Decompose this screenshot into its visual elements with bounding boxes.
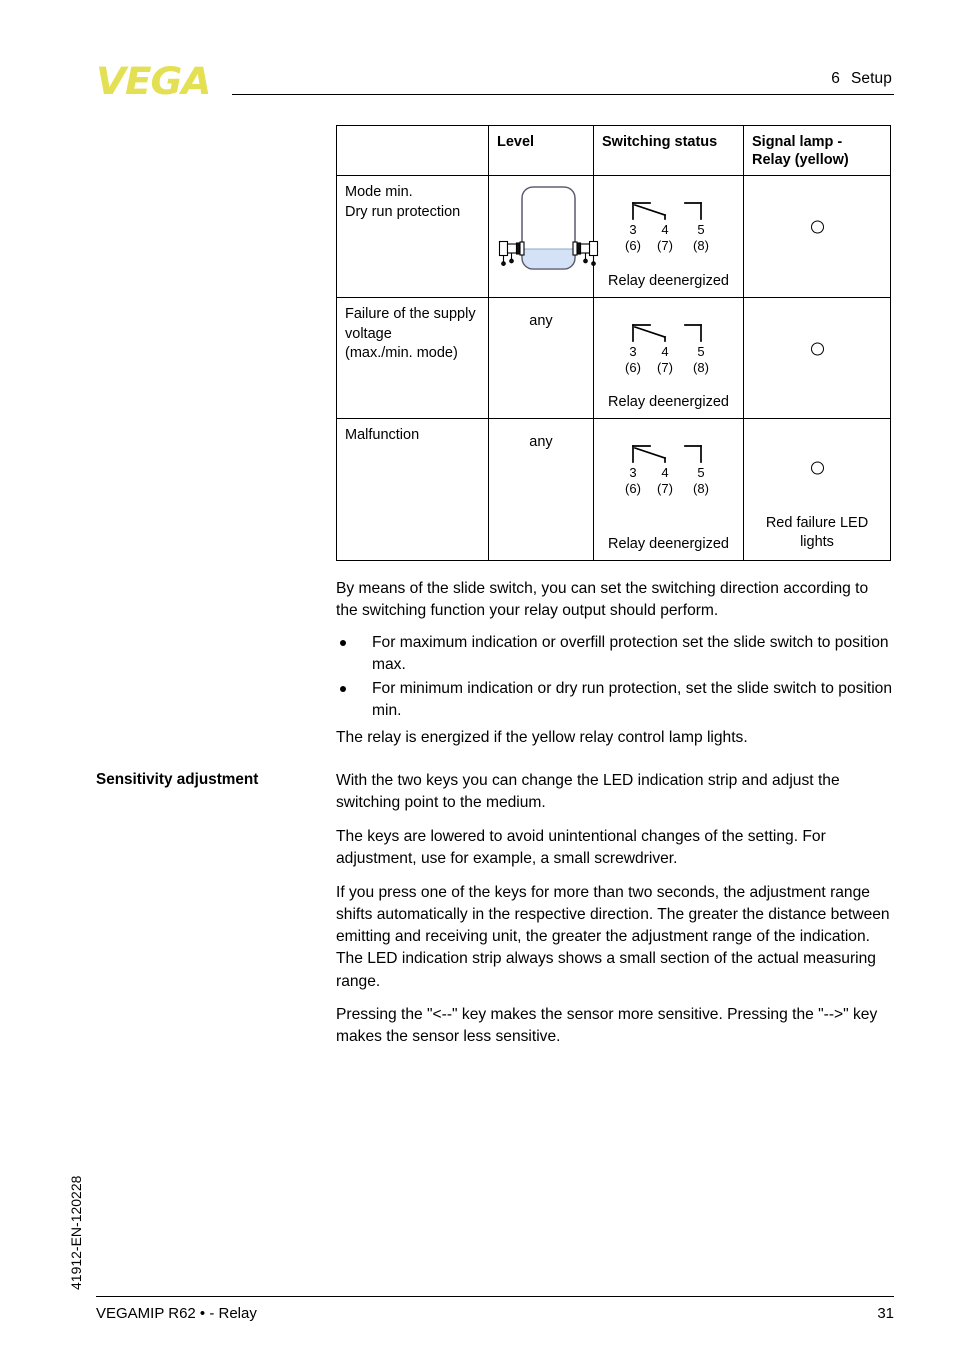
svg-text:5: 5 bbox=[697, 344, 704, 359]
column-header-condition bbox=[336, 124, 489, 177]
svg-text:(7): (7) bbox=[657, 360, 673, 375]
relay-contact-diagram-icon: 3 4 5 (6) (7) (8) bbox=[625, 324, 709, 375]
signal-lamp-cell bbox=[743, 297, 891, 420]
intro-paragraph: By means of the slide switch, you can se… bbox=[336, 580, 869, 620]
condition-cell: Failure of the supply voltage (max./min.… bbox=[336, 297, 489, 420]
sensitivity-paragraph-2: The keys are lowered to avoid unintentio… bbox=[336, 828, 826, 868]
switching-status-cell: 3 4 5 (6) (7) (8) Relay deenergized bbox=[593, 175, 744, 299]
svg-text:(6): (6) bbox=[625, 360, 641, 375]
sensitivity-paragraph-4: Pressing the "<--" key makes the sensor … bbox=[336, 1006, 878, 1046]
svg-text:3: 3 bbox=[629, 465, 636, 480]
table-row: Malfunction any 3 4 5 (6) (7) (8) Relay … bbox=[336, 418, 891, 562]
svg-text:5: 5 bbox=[697, 222, 704, 237]
header-chapter-number: 6 bbox=[831, 70, 840, 87]
lamp-off-icon bbox=[744, 220, 890, 238]
relay-contact-diagram-icon: 3 4 5 (6) (7) (8) bbox=[625, 202, 709, 253]
level-cell: any bbox=[488, 297, 594, 420]
sensitivity-paragraph-4-block: Pressing the "<--" key makes the sensor … bbox=[336, 1004, 892, 1048]
table-row: Mode min. Dry run protection 3 4 5 (6) (… bbox=[336, 175, 891, 299]
svg-text:5: 5 bbox=[697, 465, 704, 480]
svg-text:(7): (7) bbox=[657, 238, 673, 253]
footer-document-title: VEGAMIP R62 • - Relay bbox=[96, 1305, 257, 1322]
level-cell bbox=[488, 175, 599, 299]
vega-logo: VEGA bbox=[96, 60, 211, 103]
relay-state-label: Relay deenergized bbox=[608, 394, 729, 411]
document-id-vertical: 41912-EN-120228 bbox=[68, 1175, 84, 1290]
page-header: VEGA 6 Setup bbox=[0, 0, 954, 110]
sensitivity-paragraph-1-block: With the two keys you can change the LED… bbox=[336, 770, 892, 814]
list-item-label: For minimum indication or dry run protec… bbox=[372, 680, 893, 720]
switching-status-cell: 3 4 5 (6) (7) (8) Relay deenergized bbox=[593, 418, 744, 562]
level-value: any bbox=[529, 313, 553, 330]
relay-state-label: Relay deenergized bbox=[608, 273, 729, 290]
condition-cell: Mode min. Dry run protection bbox=[336, 175, 489, 299]
condition-line: Malfunction bbox=[345, 427, 420, 444]
relay-state-label: Relay deenergized bbox=[608, 536, 729, 553]
bullet-dot-icon bbox=[340, 686, 346, 693]
sensitivity-paragraph-1: With the two keys you can change the LED… bbox=[336, 772, 840, 812]
condition-line: (max./min. mode) bbox=[345, 344, 458, 361]
svg-text:(8): (8) bbox=[693, 481, 709, 496]
signal-lamp-cell: Red failure LED lights bbox=[743, 418, 891, 562]
switching-status-cell: 3 4 5 (6) (7) (8) Relay deenergized bbox=[593, 297, 744, 420]
svg-text:4: 4 bbox=[661, 344, 668, 359]
header-divider bbox=[232, 94, 894, 95]
lamp-note: Red failure LED lights bbox=[748, 514, 886, 553]
column-header-signal-lamp: Signal lamp - Relay (yellow) bbox=[743, 124, 891, 177]
condition-cell: Malfunction bbox=[336, 418, 489, 562]
svg-text:(8): (8) bbox=[693, 360, 709, 375]
svg-text:4: 4 bbox=[661, 465, 668, 480]
condition-line: Dry run protection bbox=[345, 203, 461, 220]
energized-note-block: The relay is energized if the yellow rel… bbox=[336, 727, 892, 749]
list-item: For maximum indication or overfill prote… bbox=[336, 632, 892, 676]
header-chapter: 6 Setup bbox=[831, 70, 892, 88]
energized-note: The relay is energized if the yellow rel… bbox=[336, 729, 748, 746]
column-header-level: Level bbox=[488, 124, 594, 177]
level-value: any bbox=[529, 434, 553, 451]
relay-contact-diagram-icon: 3 4 5 (6) (7) (8) bbox=[625, 445, 709, 496]
intro-paragraph-block: By means of the slide switch, you can se… bbox=[336, 578, 892, 622]
svg-text:3: 3 bbox=[629, 222, 636, 237]
sensitivity-adjustment-heading: Sensitivity adjustment bbox=[96, 771, 259, 788]
svg-text:(6): (6) bbox=[625, 238, 641, 253]
lamp-note-line: lights bbox=[800, 533, 834, 550]
level-cell: any bbox=[488, 418, 594, 562]
footer-page-number: 31 bbox=[877, 1305, 894, 1322]
relay-status-table: Level Switching status Signal lamp - Rel… bbox=[336, 124, 891, 562]
sensitivity-paragraph-2-block: The keys are lowered to avoid unintentio… bbox=[336, 826, 892, 870]
svg-text:(7): (7) bbox=[657, 481, 673, 496]
list-item-label: For maximum indication or overfill prote… bbox=[372, 634, 889, 674]
svg-text:4: 4 bbox=[661, 222, 668, 237]
svg-text:(6): (6) bbox=[625, 481, 641, 496]
column-header-switching-status: Switching status bbox=[593, 124, 744, 177]
lamp-note-line: Red failure LED bbox=[765, 514, 869, 531]
sensitivity-paragraph-3-block: If you press one of the keys for more th… bbox=[336, 882, 892, 993]
lamp-off-icon bbox=[744, 342, 890, 360]
list-item: For minimum indication or dry run protec… bbox=[336, 678, 892, 722]
table-header-row: Level Switching status Signal lamp - Rel… bbox=[336, 124, 891, 177]
condition-line: Failure of the supply bbox=[345, 306, 476, 323]
svg-text:3: 3 bbox=[629, 344, 636, 359]
header-chapter-title: Setup bbox=[850, 70, 892, 87]
svg-text:(8): (8) bbox=[693, 238, 709, 253]
lamp-off-icon bbox=[744, 461, 890, 479]
sensitivity-paragraph-3: If you press one of the keys for more th… bbox=[336, 884, 890, 990]
signal-lamp-cell bbox=[743, 175, 891, 299]
table-row: Failure of the supply voltage (max./min.… bbox=[336, 297, 891, 420]
footer-divider bbox=[96, 1296, 894, 1297]
condition-line: voltage bbox=[345, 325, 392, 342]
bullet-dot-icon bbox=[340, 640, 346, 646]
slide-switch-bullet-list: For maximum indication or overfill prote… bbox=[336, 632, 892, 725]
condition-line: Mode min. bbox=[345, 184, 413, 201]
tank-low-level-icon bbox=[498, 186, 599, 270]
